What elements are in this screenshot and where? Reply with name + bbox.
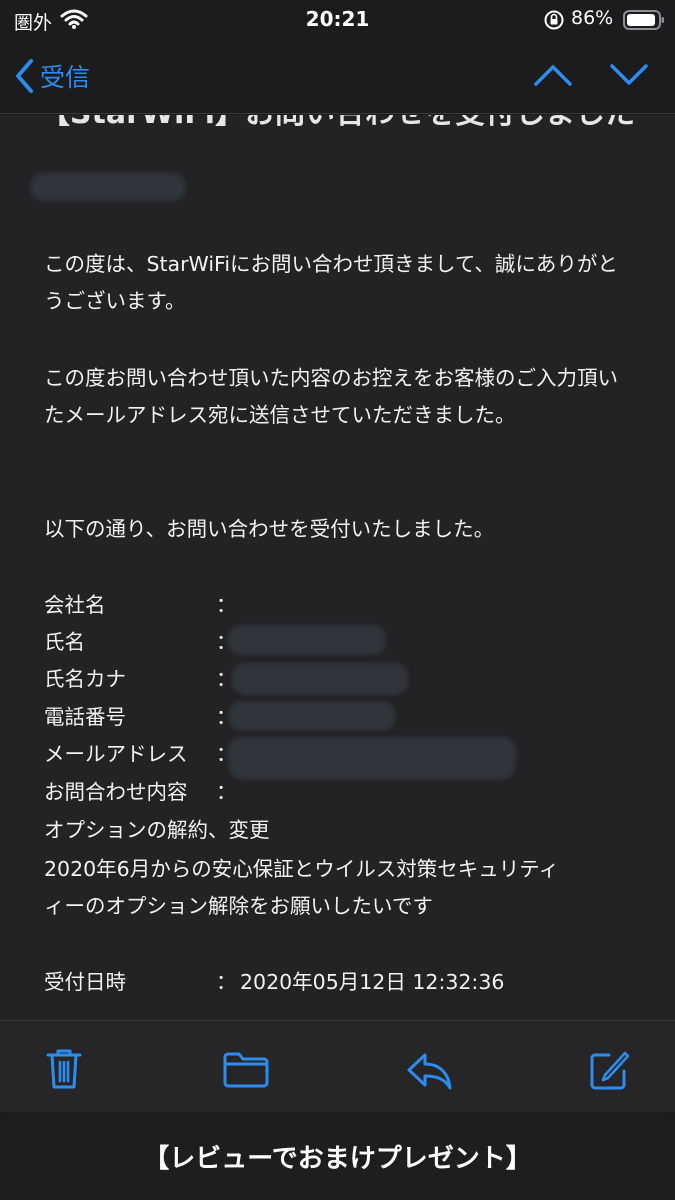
folder-icon [223,1052,269,1088]
delete-button[interactable] [44,1047,84,1095]
compose-button[interactable] [587,1049,631,1097]
field-label: 会社名 [44,593,106,617]
redacted-sender [30,173,186,201]
redacted-name-kana [232,663,408,695]
back-button[interactable]: 受信 [14,54,90,98]
battery-percent: 86% [571,7,614,29]
received-paragraph: 以下の通り、お問い合わせを受付いたしました。 [44,517,495,541]
redacted-email [228,737,516,779]
redacted-phone [228,701,396,731]
field-label: 氏名 [44,630,85,654]
field-label: 氏名カナ [44,667,126,691]
inquiry-line: ィーのオプション解除をお願いしたいです [44,894,433,918]
previous-message-button[interactable] [532,60,574,94]
review-banner-text: 【レビューでおまけプレゼント】 [143,1143,532,1174]
greeting-paragraph: この度は、StarWiFiにお問い合わせ頂きまして、誠にありがとうございます。 [44,252,618,313]
inquiry-line: オプションの解約、変更 [44,818,270,842]
bottom-toolbar [0,1020,675,1112]
rotation-lock-icon [543,9,565,35]
chevron-up-icon [534,65,572,86]
chevron-left-icon [16,59,33,93]
field-colon: ： [216,970,237,994]
move-to-folder-button[interactable] [222,1051,270,1093]
email-body[interactable]: 【StarWiFi】お問い合わせを受付しました この度は、StarWiFiにお問… [0,115,675,1020]
field-colon: ： [216,780,237,804]
nav-bar: 受信 [0,40,675,114]
confirmation-paragraph: この度お問い合わせ頂いた内容のお控えをお客様のご入力頂いたメールアドレス宛に送信… [44,366,618,427]
field-value: 2020年05月12日 12:32:36 [240,970,505,994]
email-subject: 【StarWiFi】お問い合わせを受付しました [0,115,675,132]
battery-icon [623,9,665,35]
field-label: 電話番号 [44,705,126,729]
status-bar: 圏外 20:21 86% [0,0,675,40]
next-message-button[interactable] [608,60,650,94]
field-colon: ： [216,593,237,617]
redacted-name [228,625,386,655]
reply-icon [407,1053,452,1090]
trash-icon [46,1049,82,1089]
chevron-down-icon [610,64,648,85]
compose-icon [590,1051,630,1090]
field-label: お問合わせ内容 [44,780,188,804]
reply-button[interactable] [405,1051,453,1095]
field-label: 受付日時 [44,970,126,994]
inquiry-line: 2020年6月からの安心保証とウイルス対策セキュリティ [44,857,559,881]
back-button-label: 受信 [40,63,91,92]
review-banner[interactable]: 【レビューでおまけプレゼント】 [0,1112,675,1200]
field-label: メールアドレス [44,742,188,766]
